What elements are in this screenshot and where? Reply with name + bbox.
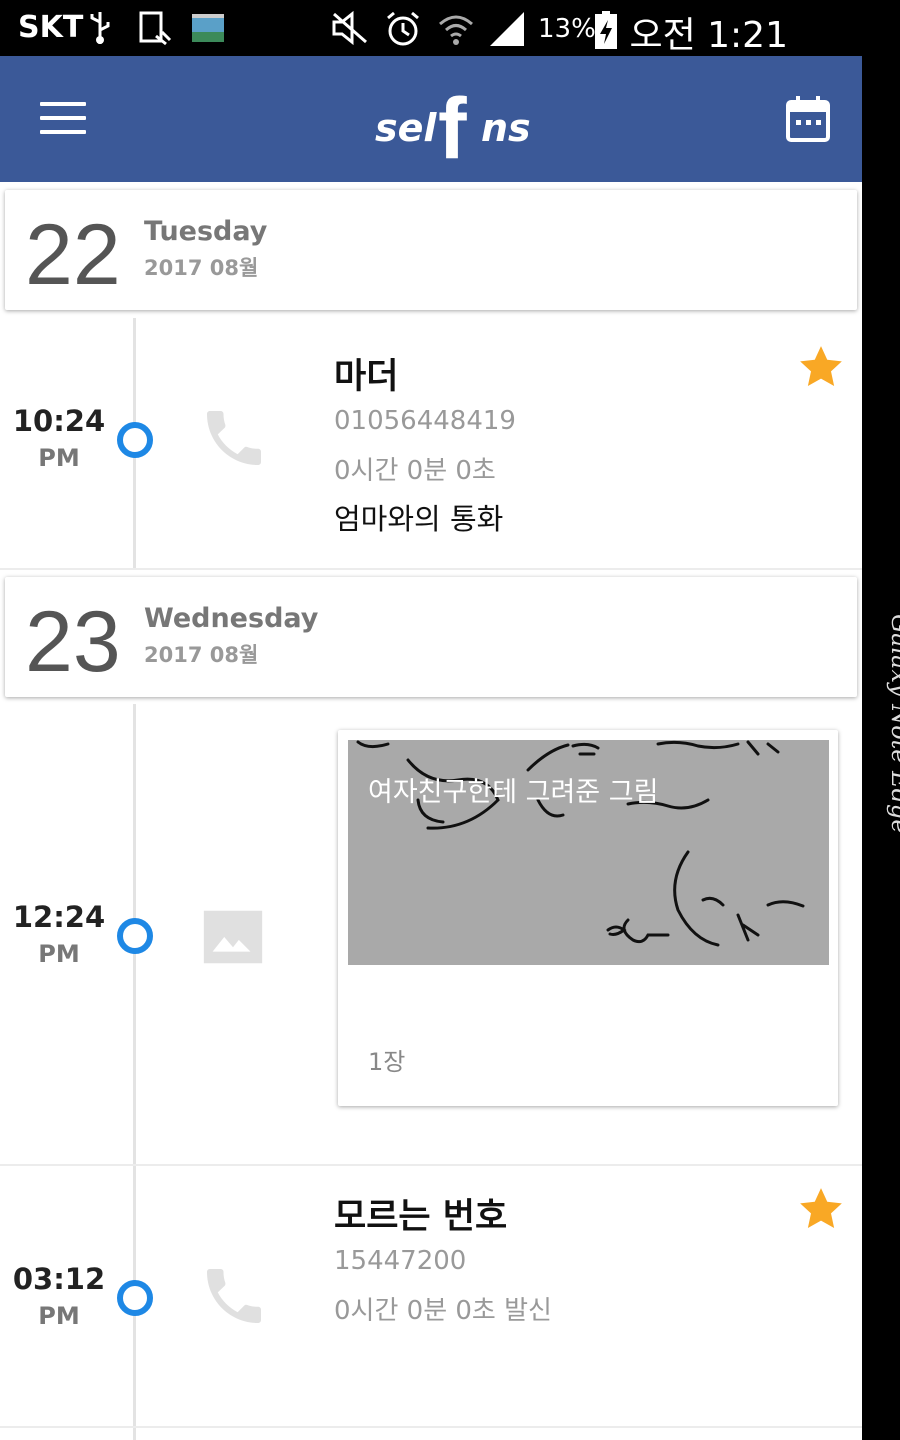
image-icon [203, 910, 263, 964]
calendar-button[interactable] [786, 96, 830, 142]
entry-time: 03:12 PM [0, 1262, 118, 1330]
entry-title: 모르는 번호 [334, 1197, 508, 1237]
entry-title: 마더 [334, 357, 399, 397]
entry-duration: 0시간 0분 0초 발신 [334, 1296, 552, 1326]
entry-time-hm: 03:12 [12, 1262, 106, 1296]
battery-percent: 13% [538, 14, 596, 44]
entry-memo: 엄마와의 통화 [334, 502, 504, 536]
entry-time-ampm: PM [38, 940, 80, 968]
screenshot-icon [139, 11, 172, 46]
logo-f: f [438, 81, 467, 177]
device-edge-screen: Galaxy Note Edge [862, 0, 900, 1440]
carrier-label: SKT [18, 10, 84, 45]
phone-icon [207, 1269, 261, 1323]
entry-duration: 0시간 0분 0초 [334, 456, 496, 486]
app-logo: sel f ns [375, 81, 535, 177]
entry-time: 12:24 PM [0, 900, 118, 968]
mute-icon [332, 10, 367, 46]
menu-button[interactable] [40, 102, 86, 136]
star-icon[interactable] [796, 1184, 846, 1234]
timeline-dot [117, 918, 153, 954]
divider [0, 568, 862, 570]
date-year-month: 2017 08월 [144, 256, 259, 280]
photo-card[interactable]: 여자친구한테 그려준 그림 1장 [338, 730, 838, 1106]
divider [0, 1426, 862, 1428]
app-bar: sel f ns [0, 56, 862, 182]
date-weekday: Tuesday [144, 216, 268, 247]
entry-number: 15447200 [334, 1246, 467, 1276]
entry-time-ampm: PM [38, 444, 80, 472]
timeline-entry-call[interactable]: 10:24 PM 마더 01056448419 0시간 0분 0초 엄마와의 통… [0, 318, 862, 568]
photo-caption: 여자친구한테 그려준 그림 [368, 777, 659, 808]
status-clock: 오전 1:21 [629, 15, 788, 56]
date-day: 22 [25, 207, 121, 303]
timeline-dot [117, 1280, 153, 1316]
timeline-entry-photo[interactable]: 12:24 PM 여자친구한테 그려준 그림 1장 [0, 704, 862, 1164]
timeline-entry-call[interactable]: 03:12 PM 모르는 번호 15447200 0시간 0분 0초 발신 [0, 1166, 862, 1440]
logo-text-left: sel [375, 106, 437, 150]
menu-icon [40, 102, 86, 106]
timeline-dot [117, 422, 153, 458]
date-year-month: 2017 08월 [144, 643, 259, 667]
entry-time-hm: 12:24 [12, 900, 106, 934]
wifi-icon [439, 15, 473, 45]
calendar-icon [786, 96, 830, 142]
signal-icon [490, 12, 524, 46]
entry-time-hm: 10:24 [12, 404, 106, 438]
entry-time: 10:24 PM [0, 404, 118, 472]
photo-count: 1장 [368, 1048, 406, 1076]
date-header-23[interactable]: 23 Wednesday 2017 08월 [5, 577, 857, 697]
logo-text-right: ns [481, 106, 531, 150]
status-bar: SKT 13% 오전 1:21 [0, 0, 862, 56]
usb-icon [90, 12, 110, 44]
battery-charging-icon [595, 11, 617, 49]
date-header-22[interactable]: 22 Tuesday 2017 08월 [5, 190, 857, 310]
date-weekday: Wednesday [144, 603, 319, 634]
entry-time-ampm: PM [38, 1302, 80, 1330]
date-day: 23 [25, 594, 121, 690]
device-brand-label: Galaxy Note Edge [886, 614, 900, 834]
timeline[interactable]: 22 Tuesday 2017 08월 10:24 PM 마더 01056448… [0, 182, 862, 1440]
phone-icon [207, 411, 261, 465]
gallery-icon [192, 14, 224, 42]
photo-thumbnail[interactable]: 여자친구한테 그려준 그림 [348, 740, 829, 965]
alarm-icon [387, 11, 419, 46]
star-icon[interactable] [796, 342, 846, 392]
entry-number: 01056448419 [334, 406, 516, 436]
